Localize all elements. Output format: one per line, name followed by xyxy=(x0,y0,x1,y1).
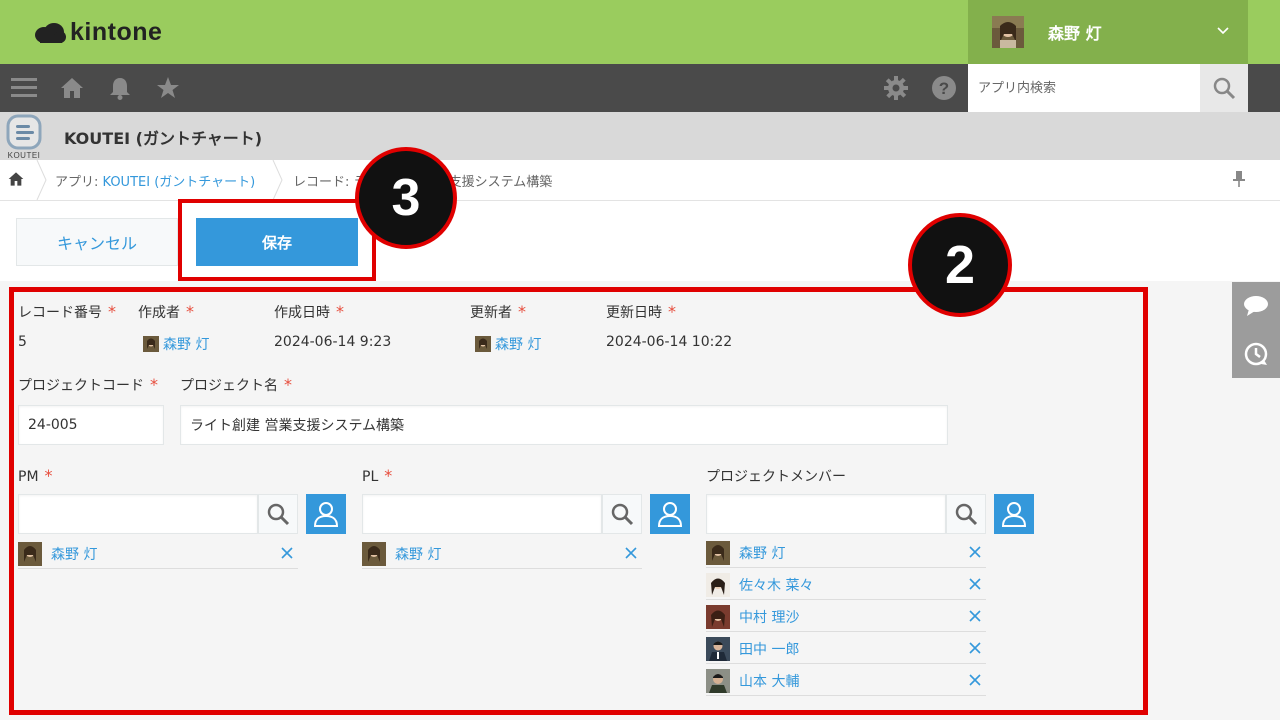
history-icon[interactable] xyxy=(1232,330,1280,378)
breadcrumb-separator xyxy=(36,160,47,200)
home-icon[interactable] xyxy=(48,64,96,112)
top-header: kintone 森野 灯 xyxy=(0,0,1280,64)
app-icon[interactable]: KOUTEI xyxy=(4,114,44,160)
brand-name: kintone xyxy=(70,18,163,46)
avatar xyxy=(992,16,1024,48)
cloud-logo-icon xyxy=(35,22,66,43)
svg-text:?: ? xyxy=(939,79,949,98)
search-input[interactable] xyxy=(968,64,1200,112)
menu-icon[interactable] xyxy=(0,64,48,112)
app-header: KOUTEI KOUTEI (ガントチャート) xyxy=(0,112,1280,160)
save-highlight-box xyxy=(178,199,376,281)
app-title: KOUTEI (ガントチャート) xyxy=(64,129,263,148)
gear-icon[interactable] xyxy=(872,64,920,112)
user-menu[interactable]: 森野 灯 xyxy=(968,0,1248,64)
breadcrumb-home-icon[interactable] xyxy=(8,171,24,191)
comment-icon[interactable] xyxy=(1232,282,1280,330)
chevron-down-icon[interactable] xyxy=(1216,24,1230,38)
cancel-button[interactable]: キャンセル xyxy=(16,218,178,266)
breadcrumb-separator xyxy=(272,160,283,200)
kintone-logo[interactable]: kintone xyxy=(34,18,162,47)
bell-icon[interactable] xyxy=(96,64,144,112)
app-icon-label: KOUTEI xyxy=(7,151,41,160)
user-name: 森野 灯 xyxy=(1048,24,1102,43)
callout-badge-3: 3 xyxy=(355,147,457,249)
app-logo-icon xyxy=(6,114,42,150)
help-icon[interactable]: ? xyxy=(920,64,968,112)
star-icon[interactable] xyxy=(144,64,192,112)
app-search xyxy=(968,64,1248,112)
pin-icon[interactable] xyxy=(1232,170,1246,192)
form-highlight-box xyxy=(9,287,1148,715)
breadcrumb-app-link[interactable]: アプリ: KOUTEI (ガントチャート) xyxy=(55,171,255,190)
breadcrumb: アプリ: KOUTEI (ガントチャート) レコード: ライト創建 営業支援シス… xyxy=(0,160,1280,201)
side-toolbar xyxy=(1232,282,1280,378)
search-icon xyxy=(1213,77,1236,100)
callout-badge-2: 2 xyxy=(908,213,1012,317)
search-button[interactable] xyxy=(1200,64,1248,112)
